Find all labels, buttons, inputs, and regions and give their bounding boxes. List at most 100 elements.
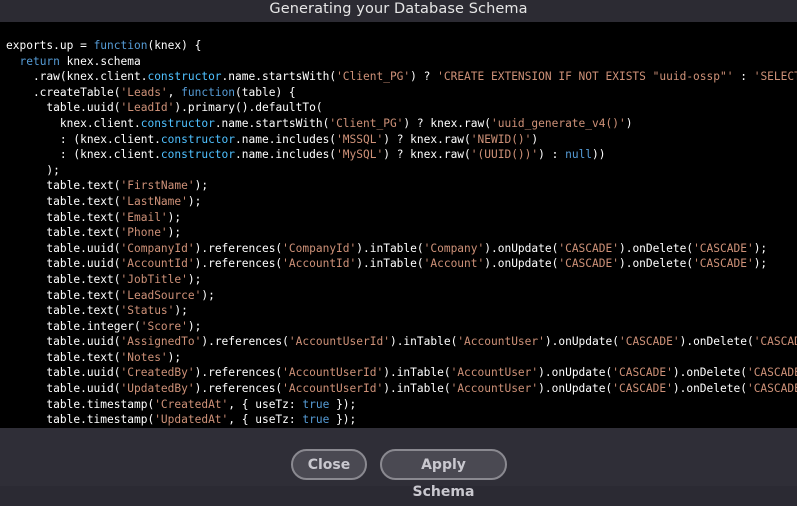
code-line: table.text('LeadSource'); [6, 288, 797, 304]
code-token: 'UpdatedBy' [120, 382, 195, 396]
code-token: 'Client_PG' [329, 116, 404, 130]
code-token: : (knex.client. [6, 132, 161, 146]
dialog-footer: Close Apply Schema [0, 428, 797, 500]
code-token: : (knex.client. [6, 148, 161, 162]
code-line: : (knex.client.constructor.name.includes… [6, 147, 797, 163]
code-token: 'CASCADE' [558, 257, 619, 271]
code-token: 'Score' [140, 319, 188, 333]
code-token: ).onUpdate( [538, 366, 613, 380]
code-token: knex.client. [6, 116, 141, 130]
code-token: table.timestamp( [6, 397, 155, 411]
code-line: table.uuid('UpdatedBy').references('Acco… [6, 381, 797, 397]
code-token: table.text( [6, 304, 121, 318]
code-token: ).onDelete( [672, 366, 747, 380]
code-token: 'CASCADE' [558, 241, 619, 255]
code-token: ).onUpdate( [538, 382, 613, 396]
dialog-header: Generating your Database Schema [0, 0, 797, 22]
code-token: ).onDelete( [618, 257, 694, 271]
code-line: table.text('JobTitle'); [6, 272, 797, 288]
code-token: table.text( [6, 226, 121, 240]
code-token: : [733, 70, 754, 84]
code-token: ); [201, 288, 215, 302]
code-token: 'CASCADE' [746, 382, 797, 396]
code-token: true [302, 413, 330, 427]
code-token: 'JobTitle' [120, 272, 188, 286]
code-token: 'CASCADE' [693, 257, 754, 271]
code-token: .name.includes( [235, 132, 337, 146]
code-token: 'LastName' [120, 194, 188, 208]
code-token: 'uuid_generate_v4()' [490, 116, 626, 130]
apply-schema-button[interactable]: Apply Schema [380, 449, 507, 500]
code-token: constructor [160, 148, 236, 162]
code-token: 'CASCADE' [612, 382, 673, 396]
code-token: ) ? knex.raw( [383, 132, 471, 146]
code-token: ); [753, 241, 768, 255]
code-line: table.uuid('LeadId').primary().defaultTo… [6, 100, 797, 116]
code-line: exports.up = function(knex) { [6, 38, 797, 54]
code-token: true [302, 397, 330, 411]
code-token: 'CASCADE' [746, 366, 797, 380]
code-token: 'MySQL' [336, 148, 384, 162]
code-token: ).inTable( [383, 366, 451, 380]
code-token: knex.schema [59, 54, 141, 68]
code-token: 'FirstName' [120, 179, 195, 193]
code-line: table.timestamp('UpdatedAt', { useTz: tr… [6, 412, 797, 428]
code-token: constructor [160, 132, 236, 146]
code-token: .createTable( [6, 85, 121, 99]
code-token: 'Status' [120, 304, 175, 318]
code-token: ).references( [194, 382, 283, 396]
code-line: table.text('LastName'); [6, 194, 797, 210]
code-line: table.text('Email'); [6, 210, 797, 226]
code-token: '(UUID())' [470, 148, 539, 162]
code-token: return [19, 54, 60, 68]
close-button[interactable]: Close [291, 449, 367, 480]
code-token: table.integer( [6, 319, 141, 333]
code-token: 'CreatedAt' [154, 397, 229, 411]
code-token: 'CompanyId' [282, 241, 357, 255]
code-token: ).references( [194, 366, 283, 380]
code-token: ); [167, 350, 182, 364]
code-token: 'Company' [423, 241, 485, 255]
code-token: ) [625, 116, 633, 130]
code-token: ).onUpdate( [484, 241, 559, 255]
code-line: .raw(knex.client.constructor.name.starts… [6, 69, 797, 85]
code-token: 'Phone' [120, 226, 168, 240]
code-token: ); [167, 210, 182, 224]
code-token: ).primary().defaultTo( [174, 101, 323, 115]
code-token: constructor [140, 116, 215, 130]
code-scrollbar-thumb[interactable] [770, 406, 790, 428]
code-token: ); [167, 226, 182, 240]
code-token: ).inTable( [356, 257, 424, 271]
code-line: table.text('Status'); [6, 303, 797, 319]
code-token: 'AccountUserId' [282, 382, 384, 396]
code-token: table.uuid( [6, 366, 121, 380]
code-token: 'AccountId' [282, 257, 357, 271]
code-viewer[interactable]: exports.up = function(knex) { return kne… [0, 22, 797, 428]
code-token: 'CASCADE' [618, 335, 680, 349]
code-token: , [167, 85, 182, 99]
code-token: ).onDelete( [679, 335, 754, 349]
code-line: table.text('Phone'); [6, 225, 797, 241]
code-token: ) [531, 132, 539, 146]
code-token: .name.startsWith( [221, 70, 337, 84]
code-token: ); [194, 179, 209, 193]
schema-dialog: Generating your Database Schema exports.… [0, 0, 797, 500]
code-line: table.text('FirstName'); [6, 178, 797, 194]
code-token: )) [592, 148, 606, 162]
code-token: 'AccountId' [120, 257, 195, 271]
code-token: 'AccountUser' [450, 382, 539, 396]
code-token: table.text( [6, 179, 121, 193]
code-token: ).inTable( [389, 335, 458, 349]
code-token: table.text( [6, 194, 121, 208]
code-token: 'NEWID()' [470, 132, 532, 146]
code-line: .createTable('Leads', function(table) { [6, 85, 797, 101]
code-token: table.text( [6, 288, 121, 302]
code-line: table.uuid('AssignedTo').references('Acc… [6, 334, 797, 350]
code-token: table.text( [6, 350, 121, 364]
dialog-title: Generating your Database Schema [269, 1, 528, 17]
code-token: 'CREATE EXTENSION IF NOT EXISTS "uuid-os… [437, 70, 734, 84]
code-token: 'CASCADE' [612, 366, 673, 380]
code-token: .raw(knex.client. [6, 70, 148, 84]
code-token: }); [329, 413, 357, 427]
